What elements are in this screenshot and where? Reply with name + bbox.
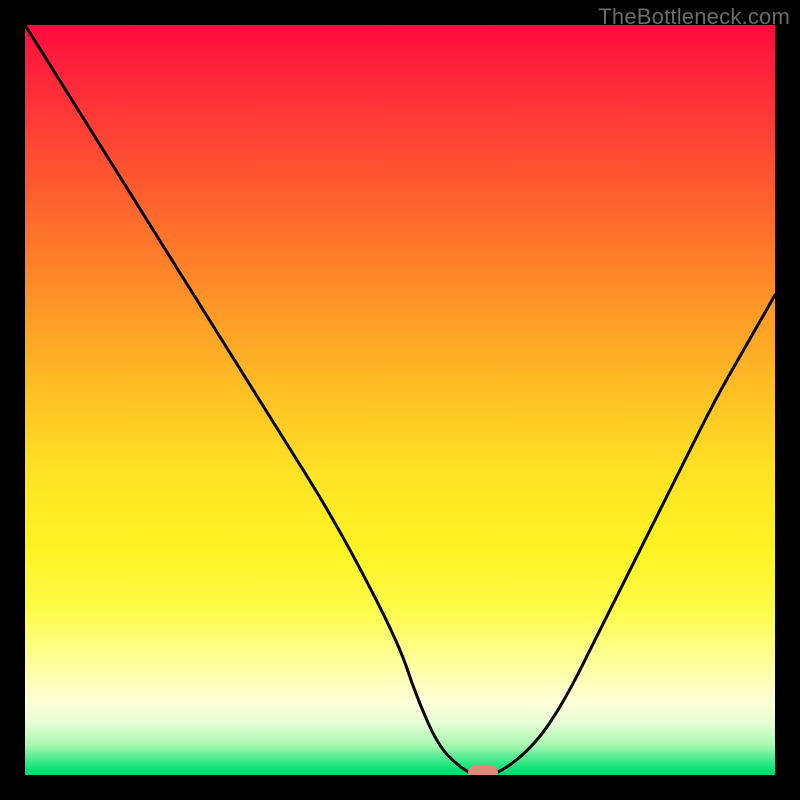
plot-area — [25, 25, 775, 775]
bottleneck-curve — [25, 25, 775, 775]
bottleneck-curve-path — [25, 25, 775, 775]
chart-frame: TheBottleneck.com — [0, 0, 800, 800]
optimal-point-marker — [468, 765, 498, 775]
watermark-text: TheBottleneck.com — [598, 4, 790, 30]
